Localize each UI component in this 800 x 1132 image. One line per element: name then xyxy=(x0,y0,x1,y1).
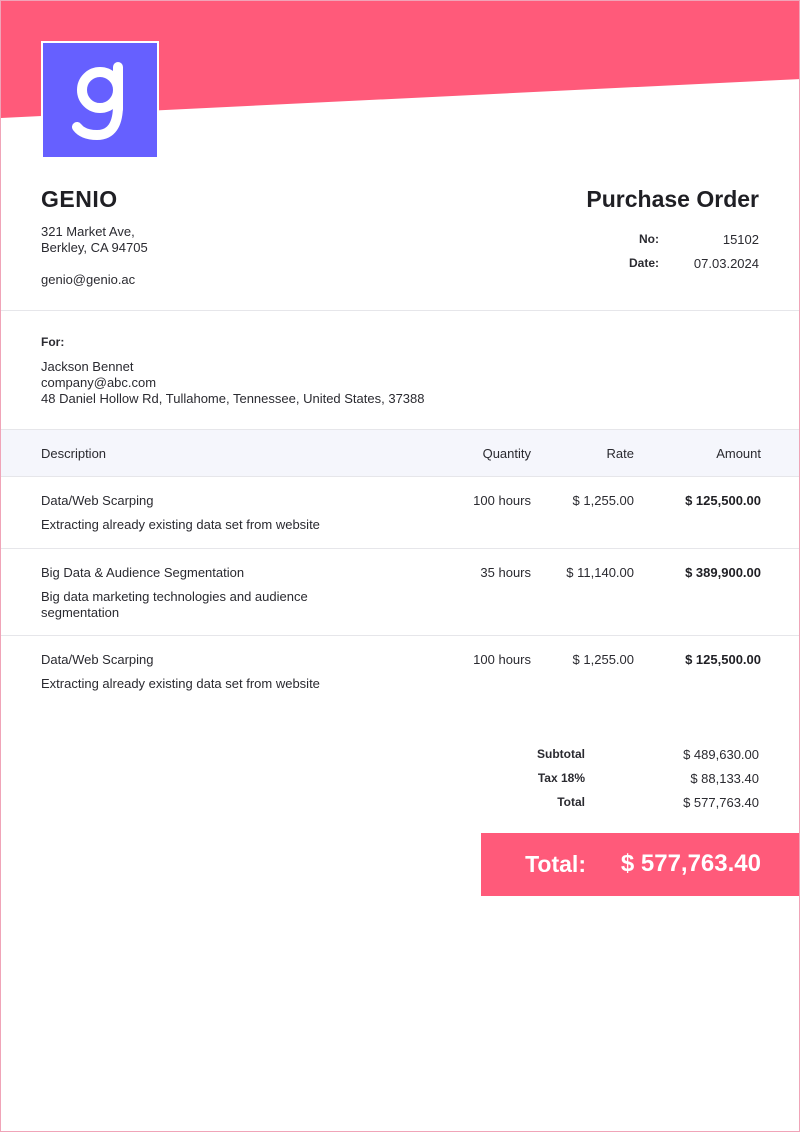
divider xyxy=(1,635,799,636)
item-quantity: 100 hours xyxy=(473,652,531,667)
item-title: Data/Web Scarping xyxy=(41,493,154,508)
company-name: GENIO xyxy=(41,186,118,212)
grand-total-value: $ 577,763.40 xyxy=(620,850,761,877)
grand-total-bar: Total: $ 577,763.40 xyxy=(481,833,799,896)
tax-value: $ 88,133.40 xyxy=(690,771,759,786)
item-amount: $ 125,500.00 xyxy=(685,652,761,667)
header-quantity: Quantity xyxy=(482,446,531,461)
divider xyxy=(1,310,799,311)
item-title: Data/Web Scarping xyxy=(41,652,154,667)
purchase-order-page: GENIO 321 Market Ave, Berkley, CA 94705 … xyxy=(0,0,800,1132)
subtotal-value: $ 489,630.00 xyxy=(683,747,759,762)
table-row: Data/Web Scarping Extracting already exi… xyxy=(1,652,799,692)
divider xyxy=(1,548,799,549)
item-rate: $ 1,255.00 xyxy=(572,652,634,667)
company-address-line2: Berkley, CA 94705 xyxy=(41,240,148,255)
item-quantity: 100 hours xyxy=(473,493,531,508)
subtotal-label: Subtotal xyxy=(537,747,585,761)
company-email: genio@genio.ac xyxy=(41,272,136,287)
item-quantity: 35 hours xyxy=(480,565,531,580)
grand-total-label: Total: xyxy=(525,851,586,877)
company-logo xyxy=(41,41,159,159)
table-row: Big Data & Audience Segmentation Big dat… xyxy=(1,565,799,621)
client-address: 48 Daniel Hollow Rd, Tullahome, Tennesse… xyxy=(41,391,425,406)
table-header: Description Quantity Rate Amount xyxy=(1,429,799,477)
order-date-label: Date: xyxy=(628,256,659,270)
item-amount: $ 125,500.00 xyxy=(685,493,761,508)
total-value: $ 577,763.40 xyxy=(683,795,759,810)
genio-logo-icon xyxy=(72,62,123,141)
order-number-value: 15102 xyxy=(722,232,759,247)
item-rate: $ 1,255.00 xyxy=(572,493,634,508)
company-address-line1: 321 Market Ave, xyxy=(41,224,135,239)
header-amount: Amount xyxy=(716,446,761,461)
item-rate: $ 11,140.00 xyxy=(566,565,634,580)
item-description: Extracting already existing data set fro… xyxy=(41,517,320,532)
item-title: Big Data & Audience Segmentation xyxy=(41,565,245,580)
header-rate: Rate xyxy=(606,446,634,461)
tax-label: Tax 18% xyxy=(537,771,585,785)
order-number-label: No: xyxy=(639,232,659,246)
item-amount: $ 389,900.00 xyxy=(685,565,761,580)
item-description: Big data marketing technologies and audi… xyxy=(41,589,308,620)
total-label: Total xyxy=(557,795,585,809)
client-email: company@abc.com xyxy=(41,375,157,390)
order-date-value: 07.03.2024 xyxy=(693,256,759,271)
client-name: Jackson Bennet xyxy=(41,359,134,374)
item-description: Extracting already existing data set fro… xyxy=(41,676,320,691)
table-row: Data/Web Scarping Extracting already exi… xyxy=(1,493,799,533)
document-title: Purchase Order xyxy=(586,186,759,212)
header-description: Description xyxy=(41,446,107,461)
client-label: For: xyxy=(41,335,65,349)
